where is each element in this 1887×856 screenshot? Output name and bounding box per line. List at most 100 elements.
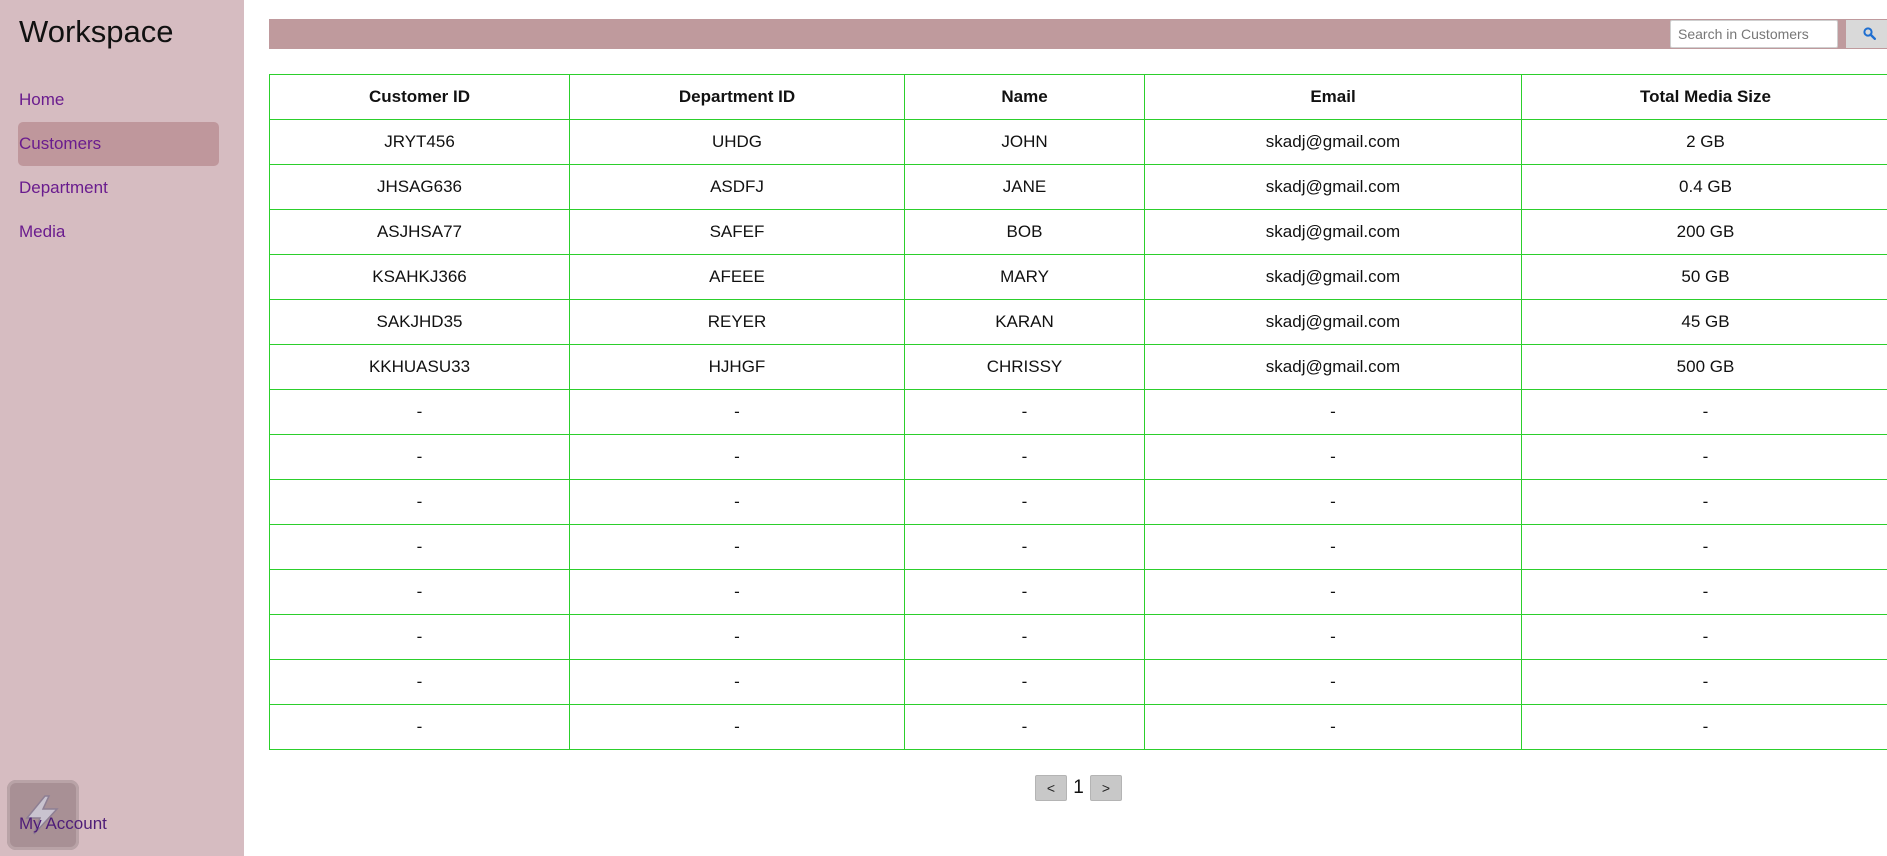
cell-department-id: - [569, 704, 905, 750]
column-header-department-id: Department ID [569, 74, 905, 120]
cell-customer-id: KSAHKJ366 [269, 254, 570, 300]
cell-customer-id: ASJHSA77 [269, 209, 570, 255]
cell-email: - [1144, 524, 1522, 570]
cell-customer-id: - [269, 434, 570, 480]
column-header-email: Email [1144, 74, 1522, 120]
customers-table: Customer ID Department ID Name Email Tot… [269, 74, 1887, 750]
cell-total-media-size: 50 GB [1521, 254, 1887, 300]
table-row[interactable]: JRYT456 UHDG JOHN skadj@gmail.com 2 GB [269, 119, 1887, 165]
cell-department-id: - [569, 659, 905, 705]
cell-department-id: AFEEE [569, 254, 905, 300]
table-row[interactable]: ----- [269, 704, 1887, 750]
column-header-total-media-size: Total Media Size [1521, 74, 1887, 120]
cell-email: - [1144, 389, 1522, 435]
cell-customer-id: - [269, 704, 570, 750]
cell-department-id: - [569, 524, 905, 570]
cell-department-id: - [569, 479, 905, 525]
table-row[interactable]: ----- [269, 434, 1887, 480]
table-row[interactable]: ----- [269, 389, 1887, 435]
app-title: Workspace [19, 14, 174, 49]
sidebar-item-home[interactable]: Home [18, 78, 219, 122]
table-body: JRYT456 UHDG JOHN skadj@gmail.com 2 GB JHSAG6… [269, 119, 1887, 750]
cell-email: skadj@gmail.com [1144, 119, 1522, 165]
cell-total-media-size: 2 GB [1521, 119, 1887, 165]
cell-total-media-size: 0.4 GB [1521, 164, 1887, 210]
cell-name: - [904, 434, 1145, 480]
cell-name: - [904, 389, 1145, 435]
cell-email: skadj@gmail.com [1144, 164, 1522, 210]
table-row[interactable]: ----- [269, 524, 1887, 570]
cell-total-media-size: - [1521, 569, 1887, 615]
cell-total-media-size: - [1521, 704, 1887, 750]
cell-name: - [904, 479, 1145, 525]
cell-name: KARAN [904, 299, 1145, 345]
cell-department-id: ASDFJ [569, 164, 905, 210]
cell-customer-id: - [269, 479, 570, 525]
cell-total-media-size: - [1521, 659, 1887, 705]
table-row[interactable]: ----- [269, 614, 1887, 660]
cell-email: - [1144, 479, 1522, 525]
cell-total-media-size: - [1521, 614, 1887, 660]
cell-name: JOHN [904, 119, 1145, 165]
sidebar-item-customers[interactable]: Customers [18, 122, 219, 166]
cell-name: - [904, 524, 1145, 570]
cell-email: skadj@gmail.com [1144, 254, 1522, 300]
cell-department-id: UHDG [569, 119, 905, 165]
table-row[interactable]: ----- [269, 479, 1887, 525]
column-header-name: Name [904, 74, 1145, 120]
cell-customer-id: JRYT456 [269, 119, 570, 165]
table-row[interactable]: KKHUASU33 HJHGF CHRISSY skadj@gmail.com 500 … [269, 344, 1887, 390]
search-button[interactable] [1846, 20, 1887, 48]
top-bar [269, 19, 1887, 49]
cell-customer-id: - [269, 659, 570, 705]
cell-department-id: - [569, 569, 905, 615]
cell-customer-id: - [269, 614, 570, 660]
sidebar-item-media[interactable]: Media [18, 210, 219, 254]
cell-name: MARY [904, 254, 1145, 300]
cell-name: - [904, 569, 1145, 615]
cell-name: JANE [904, 164, 1145, 210]
next-page-button[interactable]: > [1090, 775, 1122, 801]
sidebar-nav: Home Customers Department Media [18, 78, 219, 254]
cell-email: - [1144, 614, 1522, 660]
table-row[interactable]: SAKJHD35 REYER KARAN skadj@gmail.com 45 GB [269, 299, 1887, 345]
cell-customer-id: - [269, 389, 570, 435]
cell-customer-id: - [269, 569, 570, 615]
cell-email: - [1144, 659, 1522, 705]
cell-email: - [1144, 569, 1522, 615]
cell-email: - [1144, 434, 1522, 480]
table-header-row: Customer ID Department ID Name Email Tot… [269, 74, 1887, 120]
cell-customer-id: - [269, 524, 570, 570]
cell-total-media-size: 200 GB [1521, 209, 1887, 255]
cell-department-id: SAFEF [569, 209, 905, 255]
current-page-number: 1 [1073, 777, 1084, 798]
cell-name: - [904, 659, 1145, 705]
table-row[interactable]: ASJHSA77 SAFEF BOB skadj@gmail.com 200 GB [269, 209, 1887, 255]
search-icon [1863, 27, 1876, 40]
cell-department-id: HJHGF [569, 344, 905, 390]
cell-email: skadj@gmail.com [1144, 209, 1522, 255]
table-row[interactable]: ----- [269, 659, 1887, 705]
cell-email: skadj@gmail.com [1144, 299, 1522, 345]
sidebar-item-department[interactable]: Department [18, 166, 219, 210]
prev-page-button[interactable]: < [1035, 775, 1067, 801]
cell-total-media-size: 500 GB [1521, 344, 1887, 390]
cell-total-media-size: - [1521, 434, 1887, 480]
search-input[interactable] [1670, 20, 1838, 48]
cell-customer-id: JHSAG636 [269, 164, 570, 210]
cell-customer-id: SAKJHD35 [269, 299, 570, 345]
cell-name: CHRISSY [904, 344, 1145, 390]
table-row[interactable]: ----- [269, 569, 1887, 615]
sidebar: Workspace Home Customers Department Medi… [0, 0, 244, 856]
column-header-customer-id: Customer ID [269, 74, 570, 120]
table-row[interactable]: JHSAG636 ASDFJ JANE skadj@gmail.com 0.4 GB [269, 164, 1887, 210]
cell-department-id: - [569, 434, 905, 480]
cell-total-media-size: - [1521, 524, 1887, 570]
my-account-link[interactable]: My Account [19, 814, 107, 834]
cell-email: - [1144, 704, 1522, 750]
cell-name: - [904, 614, 1145, 660]
cell-email: skadj@gmail.com [1144, 344, 1522, 390]
table-row[interactable]: KSAHKJ366 AFEEE MARY skadj@gmail.com 50 GB [269, 254, 1887, 300]
cell-department-id: - [569, 389, 905, 435]
cell-customer-id: KKHUASU33 [269, 344, 570, 390]
